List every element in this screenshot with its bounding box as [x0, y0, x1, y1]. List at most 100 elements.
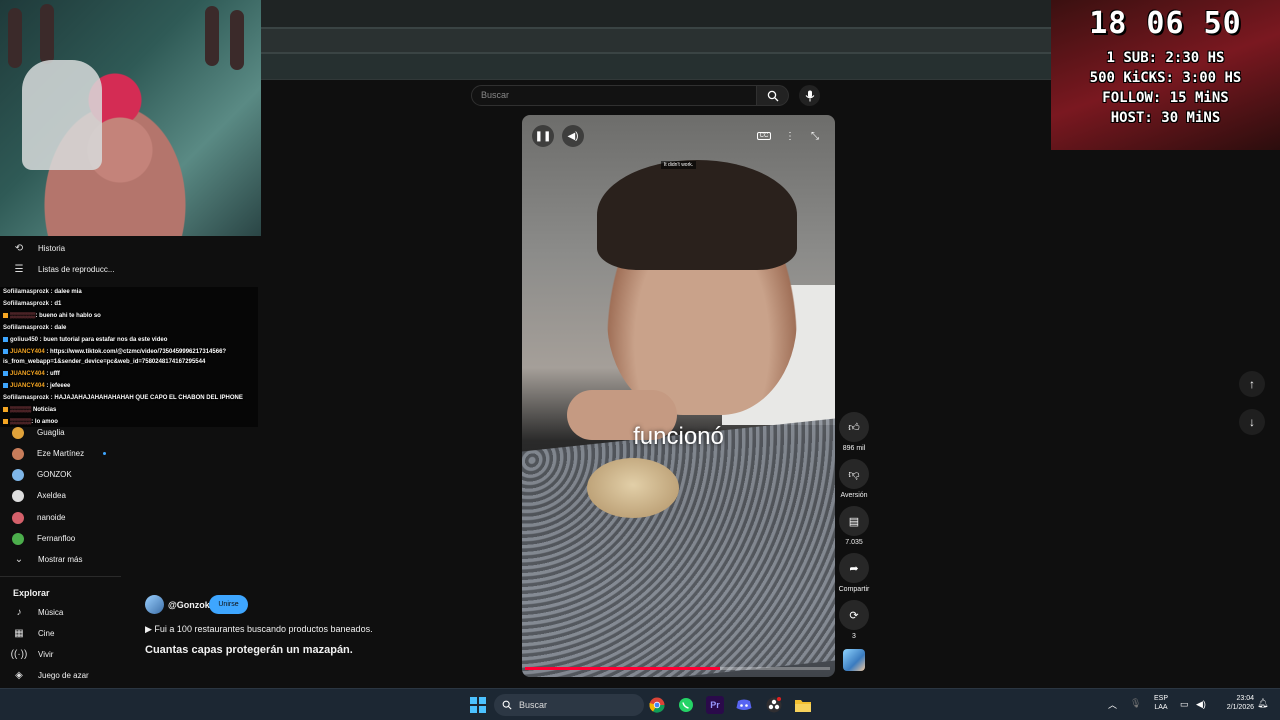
- channel-avatar: [12, 532, 24, 545]
- goal-line: 1 SUB: 2:30 HS: [1106, 50, 1225, 66]
- guitar-decor: [230, 10, 244, 70]
- comment-count: 7.035: [845, 539, 863, 546]
- channel-handle[interactable]: @Gonzok: [168, 600, 210, 610]
- like-action[interactable]: 👍︎ 896 mil: [836, 412, 872, 452]
- file-explorer-icon[interactable]: [794, 696, 812, 714]
- sidebar-sub-fernanfloo[interactable]: Fernanfloo: [0, 528, 121, 549]
- premiere-icon[interactable]: Pr: [706, 696, 724, 714]
- chrome-icon[interactable]: [648, 696, 666, 714]
- video-progress-bar[interactable]: [525, 667, 830, 670]
- related-video-link[interactable]: ▶ Fui a 100 restaurantes buscando produc…: [145, 624, 373, 635]
- gaming-icon: ◈: [15, 670, 23, 681]
- live-dot: [103, 452, 106, 455]
- sidebar-sub-eze[interactable]: Eze Martínez: [0, 443, 121, 464]
- sidebar-item-live[interactable]: ((·)) Vivir: [0, 644, 121, 665]
- chat-message: goliuu450 : buen tutorial para estafar n…: [3, 337, 167, 343]
- video-caption-small: It didn't work.: [522, 161, 835, 169]
- chat-message: Sofiilamasprozk : HAJAJAHAJAHAHAHAHAH QU…: [3, 395, 243, 401]
- discord-icon[interactable]: [735, 696, 753, 714]
- share-button[interactable]: ➦: [839, 553, 869, 583]
- speaker-icon[interactable]: ◀): [1196, 699, 1206, 710]
- clock[interactable]: 23:04 2/1/2026: [1216, 695, 1254, 711]
- sidebar-item-history[interactable]: ⟲ Historia: [0, 238, 121, 259]
- goal-line: FOLLOW: 15 MiNS: [1102, 90, 1229, 106]
- whatsapp-icon[interactable]: [677, 696, 695, 714]
- more-options-button[interactable]: ⋮: [781, 127, 799, 145]
- remix-button[interactable]: ⟳: [839, 600, 869, 630]
- cc-icon: CC: [756, 132, 772, 140]
- search-button[interactable]: [757, 85, 789, 106]
- voice-search-button[interactable]: [799, 85, 820, 106]
- thumbs-up-icon: 👍︎: [848, 421, 860, 434]
- live-icon: ((·)): [10, 649, 28, 660]
- top-banner: [261, 0, 1051, 80]
- obs-icon[interactable]: [765, 696, 783, 714]
- sidebar-item-gaming[interactable]: ◈ Juego de azar: [0, 665, 121, 686]
- thumbs-down-icon: 👎︎: [848, 468, 860, 481]
- tray-mic-icon[interactable]: 🎙︎: [1130, 698, 1141, 709]
- shorts-video-player[interactable]: It didn't work. funcionó: [522, 115, 835, 677]
- notification-bell-icon[interactable]: 🔔︎: [1257, 698, 1268, 709]
- taskbar-search[interactable]: Buscar: [494, 694, 644, 716]
- join-button[interactable]: Unirse: [209, 595, 248, 614]
- tray-chevron-icon[interactable]: ︿: [1108, 698, 1117, 711]
- channel-avatar: [12, 426, 24, 439]
- webcam-feed: [0, 0, 261, 236]
- show-more-button[interactable]: ⌄ Mostrar más: [0, 549, 121, 570]
- volume-button[interactable]: ◀): [562, 125, 584, 147]
- sidebar-item-playlists[interactable]: ☰ Listas de reproducc...: [0, 259, 121, 280]
- network-icon[interactable]: ▭: [1180, 699, 1189, 710]
- video-frame-detail: [522, 418, 835, 677]
- dislike-button[interactable]: 👎︎: [839, 459, 869, 489]
- arrow-up-icon: ↑: [1249, 377, 1255, 391]
- mic-icon: [805, 90, 814, 101]
- dislike-action[interactable]: 👎︎ Aversión: [836, 459, 872, 499]
- language-indicator[interactable]: ESP LAA: [1150, 695, 1172, 711]
- sidebar-item-label: Historia: [38, 244, 66, 253]
- channel-avatar: [12, 489, 24, 502]
- countdown-clock: 18 06 50: [1089, 6, 1242, 41]
- chat-message: Sofiilamasprozk : d1: [3, 301, 62, 307]
- sidebar-item-music[interactable]: ♪ Música: [0, 602, 121, 623]
- sidebar-item-label: Vivir: [38, 650, 54, 659]
- channel-name: Guaglia: [37, 428, 65, 437]
- comments-button[interactable]: ▤: [839, 506, 869, 536]
- previous-short-button[interactable]: ↑: [1239, 371, 1265, 397]
- gaming-chair: [22, 60, 102, 170]
- search-icon: [767, 90, 778, 101]
- pause-icon: ❚❚: [534, 130, 552, 142]
- chat-message: JUANCY404 : jefeeee: [3, 383, 70, 389]
- next-short-button[interactable]: ↓: [1239, 409, 1265, 435]
- stream-chat: Sofiilamasprozk : dalee mia Sofiilamaspr…: [0, 287, 258, 427]
- pause-button[interactable]: ❚❚: [532, 125, 554, 147]
- chat-message: ▒▒▒▒▒▒: bueno ahi te hablo so: [3, 313, 101, 319]
- windows-start-icon[interactable]: [469, 696, 487, 714]
- captions-button[interactable]: CC: [755, 128, 773, 144]
- music-icon: ♪: [16, 607, 22, 618]
- chat-message: Sofiilamasprozk : dalee mia: [3, 289, 82, 295]
- remix-action[interactable]: ⟳ 3: [836, 600, 872, 640]
- comments-action[interactable]: ▤ 7.035: [836, 506, 872, 546]
- channel-thumbnail[interactable]: [843, 649, 865, 671]
- windows-taskbar: Buscar Pr ︿ 🎙︎ ESP LAA ▭ ◀) 23:04 2/1/20…: [0, 688, 1280, 720]
- fullscreen-icon: ⤡: [811, 130, 819, 142]
- sidebar-item-label: Listas de reproducc...: [38, 265, 115, 274]
- video-frame-detail: [587, 458, 679, 518]
- search-input[interactable]: Buscar: [471, 85, 757, 106]
- like-button[interactable]: 👍︎: [839, 412, 869, 442]
- sidebar-item-label: Cine: [38, 629, 55, 638]
- sidebar-sub-gonzok[interactable]: GONZOK: [0, 464, 121, 485]
- channel-avatar: [12, 468, 24, 481]
- share-action[interactable]: ➦ Compartir: [836, 553, 872, 593]
- sidebar-sub-nanoide[interactable]: nanoide: [0, 507, 121, 528]
- fullscreen-button[interactable]: ⤡: [806, 127, 824, 145]
- arrow-down-icon: ↓: [1249, 415, 1255, 429]
- goal-line: HOST: 30 MiNS: [1110, 110, 1221, 126]
- sidebar-sub-axeldea[interactable]: Axeldea: [0, 485, 121, 506]
- share-label: Compartir: [838, 586, 870, 593]
- sidebar-item-film[interactable]: ▦ Cine: [0, 623, 121, 644]
- channel-avatar[interactable]: [145, 595, 164, 614]
- share-icon: ➦: [849, 562, 859, 575]
- sidebar-item-label: Música: [38, 608, 64, 617]
- chat-message: JUANCY404 : ufff: [3, 371, 60, 377]
